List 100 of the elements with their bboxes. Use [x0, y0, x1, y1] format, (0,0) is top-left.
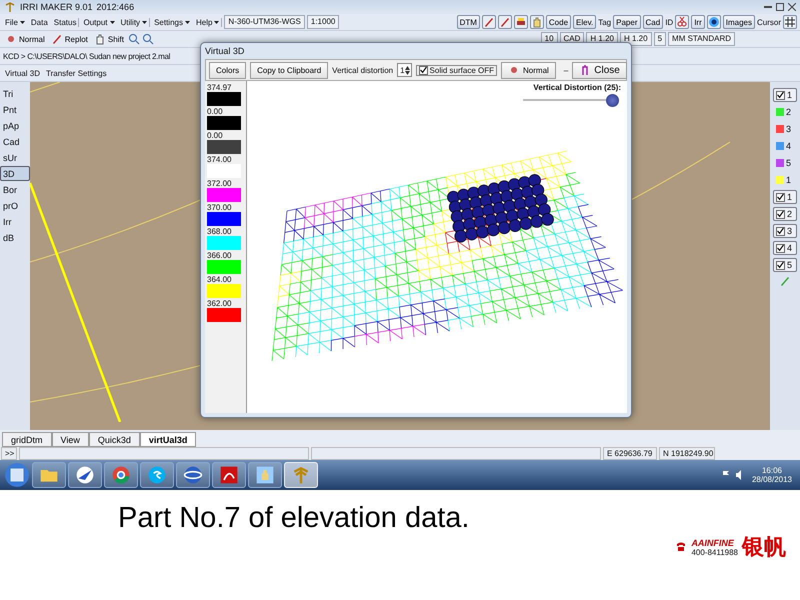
legend-value: 372.00 [207, 179, 232, 188]
toolbar-button[interactable]: Normal [3, 32, 47, 46]
toolbar-icon-button[interactable] [498, 15, 512, 29]
pen-icon [50, 33, 63, 45]
dialog-button[interactable]: Copy to Clipboard [250, 62, 328, 78]
taskbar-app[interactable] [104, 462, 138, 488]
toolbar-icon-button[interactable] [706, 15, 721, 29]
taskbar-app[interactable] [212, 462, 246, 488]
legend-value: 366.00 [207, 251, 232, 260]
maximize-icon[interactable] [776, 3, 784, 11]
layer-toggle[interactable]: 5 [773, 258, 797, 272]
pdf-icon [219, 465, 239, 485]
toolbar-button[interactable]: Shift [92, 32, 126, 46]
toolbar-button[interactable]: Paper [613, 15, 640, 29]
taskbar-app[interactable] [140, 462, 174, 488]
toolbar-button[interactable]: Elev. [573, 15, 596, 29]
side-tool-button[interactable]: dB [0, 230, 30, 245]
side-tool-button[interactable]: prO [0, 198, 30, 213]
side-tool-button[interactable]: Irr [0, 214, 30, 229]
layer-color[interactable]: 2 [773, 105, 797, 119]
toolbar-label: Cursor [756, 18, 781, 26]
toolbar-button[interactable]: Replot [48, 32, 90, 46]
legend-value: 374.97 [207, 83, 232, 92]
antenna-icon [291, 465, 311, 485]
side-tool-button[interactable]: Tri [0, 86, 30, 101]
style-field[interactable]: H 1.20 [620, 32, 652, 46]
distortion-label: Vertical distortion [332, 66, 394, 74]
check-icon [777, 244, 784, 252]
check-icon [777, 193, 784, 201]
taskbar-app[interactable] [68, 462, 102, 488]
caption: Part No.7 of elevation data. [118, 502, 470, 535]
layer-color[interactable]: 1 [773, 173, 797, 187]
view-tab[interactable]: Quick3d [88, 432, 140, 447]
legend-value: 362.00 [207, 299, 232, 308]
style-field[interactable]: MM STANDARD [668, 32, 735, 46]
layer-toggle[interactable]: 3 [773, 224, 797, 238]
toolbar-icon-button[interactable] [514, 15, 528, 29]
layer-color[interactable]: 5 [773, 156, 797, 170]
minimize-label[interactable]: – [564, 66, 568, 74]
side-tool-button[interactable]: pAp [0, 118, 30, 133]
view-tab[interactable]: View [52, 432, 89, 447]
side-tool-button[interactable]: Bor [0, 182, 30, 197]
layer-toggle[interactable]: 1 [773, 190, 797, 204]
menu-item[interactable]: Data [28, 18, 50, 26]
menu-item[interactable]: Help [194, 18, 222, 26]
layer-toggle[interactable]: 4 [773, 241, 797, 255]
panel-tab[interactable]: Virtual 3D [3, 68, 42, 78]
distortion-spinbox[interactable]: 1 [397, 63, 412, 77]
scale-field[interactable]: 1:1000 [306, 15, 340, 29]
menu-item[interactable]: File [3, 18, 27, 26]
taskbar-app[interactable] [248, 462, 282, 488]
close-icon[interactable] [788, 3, 796, 11]
close-button[interactable]: Close [572, 62, 627, 78]
side-tool-button[interactable]: 3D [0, 166, 30, 181]
menu-item[interactable]: Settings [152, 18, 192, 26]
clock-time[interactable]: 16:06 [762, 466, 782, 475]
layer-toggle[interactable]: 2 [773, 207, 797, 221]
taskbar-app[interactable] [32, 462, 66, 488]
solid-surface-checkbox[interactable]: Solid surface OFF [416, 64, 498, 76]
toolbar-icon-button[interactable] [482, 15, 496, 29]
toolbar-button[interactable]: Code [546, 15, 572, 29]
toolbar-label: ID [665, 18, 674, 26]
command-prompt: >> [1, 447, 17, 460]
toolbar-button[interactable]: Irr [691, 15, 705, 29]
layer-toggle[interactable]: 1 [773, 88, 797, 102]
toolbar-button[interactable]: Images [722, 15, 755, 29]
legend-value: 370.00 [207, 203, 232, 212]
skype-icon [147, 465, 167, 485]
taskbar-app[interactable] [176, 462, 210, 488]
layer-color[interactable]: 3 [773, 122, 797, 136]
toolbar-icon-button[interactable] [675, 15, 690, 29]
check-icon [420, 66, 427, 74]
target-icon [708, 16, 720, 28]
side-tool-button[interactable]: Pnt [0, 102, 30, 117]
menu-item[interactable]: Utility [118, 18, 150, 26]
style-field[interactable]: 5 [654, 32, 666, 46]
view-tab[interactable]: gridDtm [2, 432, 52, 447]
toolbar-icon-button[interactable] [783, 15, 797, 29]
legend-value: 374.00 [207, 155, 232, 164]
menu-item[interactable]: Status [52, 18, 80, 26]
toolbar-button[interactable]: Cad [642, 15, 664, 29]
projection-field[interactable]: N-360-UTM36-WGS [224, 15, 305, 29]
antenna-icon [4, 1, 16, 13]
layer-color[interactable]: 4 [773, 139, 797, 153]
legend-value: 0.00 [207, 131, 224, 140]
phone-icon [675, 541, 688, 553]
side-tool-button[interactable]: sUr [0, 150, 30, 165]
logo-brand: AAINFINE [691, 538, 735, 548]
dialog-button[interactable]: Colors [209, 62, 246, 78]
start-icon [4, 462, 30, 488]
check-icon [777, 227, 784, 235]
toolbar-button[interactable]: DTM [456, 15, 480, 29]
side-tool-button[interactable]: Cad [0, 134, 30, 149]
check-icon [777, 261, 784, 269]
pen-icon [779, 275, 791, 287]
menu-item[interactable]: Output [81, 18, 116, 26]
panel-tab[interactable]: Transfer Settings [44, 68, 109, 78]
view-tab[interactable]: virtUal3d [140, 432, 196, 447]
clock-date[interactable]: 28/08/2013 [752, 475, 792, 484]
normal-button[interactable]: Normal [501, 62, 556, 78]
